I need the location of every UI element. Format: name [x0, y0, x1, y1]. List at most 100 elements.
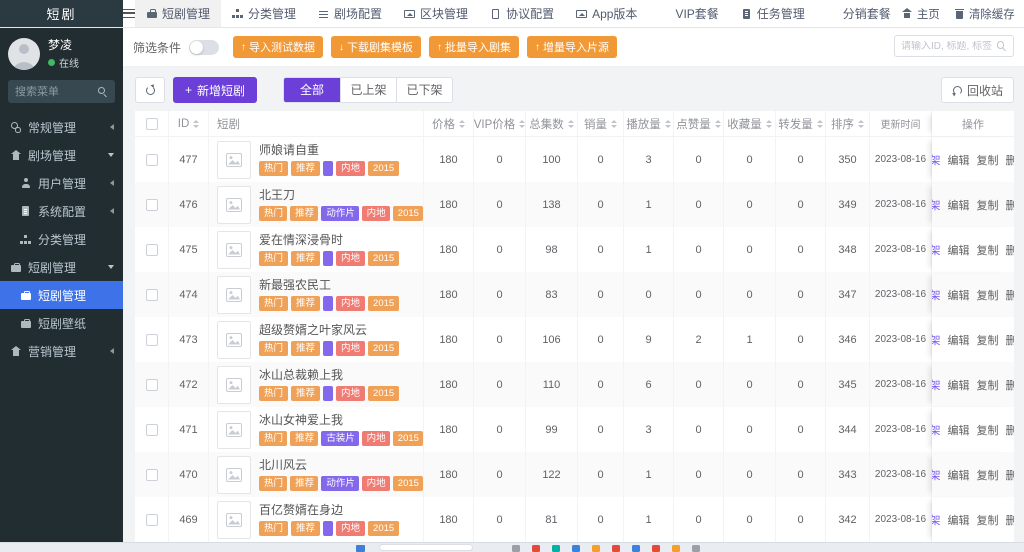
- delete-link[interactable]: 删除: [1006, 422, 1015, 438]
- col-vip-price[interactable]: VIP价格: [474, 111, 526, 136]
- row-checkbox[interactable]: [146, 199, 158, 211]
- col-plays[interactable]: 播放量: [624, 111, 674, 136]
- publish-link[interactable]: 上架: [932, 377, 941, 393]
- topnav-item[interactable]: 协议配置: [479, 0, 565, 27]
- topnav-item[interactable]: 短剧管理: [135, 0, 221, 27]
- sort-icon[interactable]: [766, 120, 772, 128]
- sort-icon[interactable]: [611, 120, 617, 128]
- publish-link[interactable]: 上架: [932, 467, 941, 483]
- recycle-bin-button[interactable]: 回收站: [941, 77, 1014, 103]
- row-checkbox[interactable]: [146, 469, 158, 481]
- taskbar-app-icon[interactable]: [632, 545, 640, 552]
- delete-link[interactable]: 删除: [1006, 332, 1015, 348]
- edit-link[interactable]: 编辑: [948, 422, 970, 438]
- row-checkbox[interactable]: [146, 379, 158, 391]
- delete-link[interactable]: 删除: [1006, 287, 1015, 303]
- taskbar-app-icon[interactable]: [552, 545, 560, 552]
- row-checkbox[interactable]: [146, 514, 158, 526]
- row-checkbox[interactable]: [146, 334, 158, 346]
- copy-link[interactable]: 复制: [977, 152, 999, 168]
- col-price[interactable]: 价格: [424, 111, 474, 136]
- sort-icon[interactable]: [519, 120, 525, 128]
- delete-link[interactable]: 删除: [1006, 242, 1015, 258]
- topnav-item[interactable]: 剧场配置: [307, 0, 393, 27]
- delete-link[interactable]: 删除: [1006, 512, 1015, 528]
- sort-icon[interactable]: [858, 120, 864, 128]
- drama-thumbnail[interactable]: [217, 276, 251, 314]
- edit-link[interactable]: 编辑: [948, 467, 970, 483]
- refresh-button[interactable]: [135, 77, 165, 103]
- sidebar-toggle-button[interactable]: [123, 0, 135, 27]
- delete-link[interactable]: 删除: [1006, 467, 1015, 483]
- edit-link[interactable]: 编辑: [948, 377, 970, 393]
- sort-icon[interactable]: [715, 120, 721, 128]
- status-tab[interactable]: 已下架: [396, 78, 452, 102]
- taskbar-app-icon[interactable]: [692, 545, 700, 552]
- copy-link[interactable]: 复制: [977, 512, 999, 528]
- copy-link[interactable]: 复制: [977, 422, 999, 438]
- edit-link[interactable]: 编辑: [948, 512, 970, 528]
- copy-link[interactable]: 复制: [977, 197, 999, 213]
- sidebar-item[interactable]: 短剧管理: [0, 253, 123, 281]
- edit-link[interactable]: 编辑: [948, 242, 970, 258]
- drama-thumbnail[interactable]: [217, 411, 251, 449]
- copy-link[interactable]: 复制: [977, 377, 999, 393]
- drama-thumbnail[interactable]: [217, 186, 251, 224]
- topnav-item[interactable]: 分类管理: [221, 0, 307, 27]
- col-sales[interactable]: 销量: [578, 111, 624, 136]
- publish-link[interactable]: 上架: [932, 287, 941, 303]
- taskbar-app-icon[interactable]: [572, 545, 580, 552]
- edit-link[interactable]: 编辑: [948, 197, 970, 213]
- publish-link[interactable]: 上架: [932, 332, 941, 348]
- sidebar-item[interactable]: 剧场管理: [0, 141, 123, 169]
- home-link[interactable]: 主页: [902, 6, 940, 22]
- sidebar-search-input[interactable]: [15, 86, 97, 98]
- publish-link[interactable]: 上架: [932, 422, 941, 438]
- topnav-item[interactable]: VIP套餐: [648, 0, 729, 27]
- edit-link[interactable]: 编辑: [948, 332, 970, 348]
- sidebar-item[interactable]: 短剧管理: [0, 281, 123, 309]
- sort-icon[interactable]: [568, 120, 574, 128]
- add-drama-button[interactable]: + 新增短剧: [173, 77, 257, 103]
- import-button[interactable]: ↑ 导入测试数据: [233, 36, 323, 58]
- publish-link[interactable]: 上架: [932, 197, 941, 213]
- taskbar-app-icon[interactable]: [532, 545, 540, 552]
- col-shares[interactable]: 转发量: [776, 111, 826, 136]
- col-likes[interactable]: 点赞量: [674, 111, 724, 136]
- taskbar-search-pill[interactable]: [379, 544, 473, 551]
- sort-icon[interactable]: [193, 120, 199, 128]
- import-button[interactable]: ↑ 批量导入剧集: [429, 36, 519, 58]
- publish-link[interactable]: 上架: [932, 512, 941, 528]
- status-tab[interactable]: 全部: [284, 78, 340, 102]
- delete-link[interactable]: 删除: [1006, 197, 1015, 213]
- copy-link[interactable]: 复制: [977, 242, 999, 258]
- sidebar-item[interactable]: 用户管理: [0, 169, 123, 197]
- topnav-item[interactable]: 区块管理: [393, 0, 479, 27]
- sidebar-item[interactable]: 系统配置: [0, 197, 123, 225]
- table-search-input[interactable]: [901, 41, 996, 52]
- drama-thumbnail[interactable]: [217, 321, 251, 359]
- sort-icon[interactable]: [459, 120, 465, 128]
- col-sort[interactable]: 排序: [826, 111, 870, 136]
- taskbar-app-icon[interactable]: [652, 545, 660, 552]
- select-all-checkbox[interactable]: [146, 118, 158, 130]
- col-episodes[interactable]: 总集数: [526, 111, 578, 136]
- drama-thumbnail[interactable]: [217, 366, 251, 404]
- drama-thumbnail[interactable]: [217, 501, 251, 539]
- search-icon[interactable]: [97, 86, 108, 97]
- row-checkbox[interactable]: [146, 154, 158, 166]
- publish-link[interactable]: 上架: [932, 242, 941, 258]
- copy-link[interactable]: 复制: [977, 332, 999, 348]
- sort-icon[interactable]: [817, 120, 823, 128]
- sidebar-item[interactable]: 营销管理: [0, 337, 123, 365]
- col-favorites[interactable]: 收藏量: [724, 111, 776, 136]
- topnav-item[interactable]: App版本: [565, 0, 648, 27]
- sidebar-item[interactable]: 短剧壁纸: [0, 309, 123, 337]
- status-tab[interactable]: 已上架: [340, 78, 396, 102]
- edit-link[interactable]: 编辑: [948, 152, 970, 168]
- drama-thumbnail[interactable]: [217, 141, 251, 179]
- taskbar-app-icon[interactable]: [592, 545, 600, 552]
- search-icon[interactable]: [996, 41, 1007, 52]
- row-checkbox[interactable]: [146, 424, 158, 436]
- clear-cache-button[interactable]: 清除缓存: [954, 6, 1015, 22]
